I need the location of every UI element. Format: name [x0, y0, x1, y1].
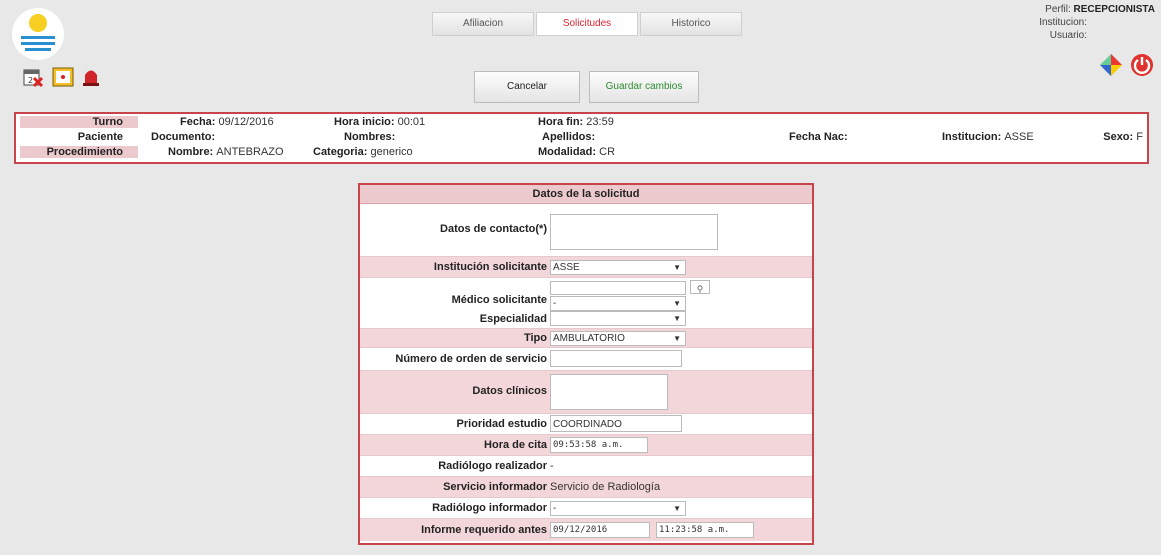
search-button[interactable]: ⚲ — [690, 280, 710, 294]
chevron-down-icon: ▼ — [673, 299, 681, 308]
nombre-value: ANTEBRAZO — [216, 146, 284, 158]
appointment-info: Turno Fecha: 09/12/2016 Hora inicio: 00:… — [14, 112, 1149, 164]
hora-inicio-label: Hora inicio: — [334, 116, 395, 128]
institucion-value: ASSE — [1004, 131, 1034, 143]
save-button[interactable]: Guardar cambios — [589, 71, 699, 103]
top-header: 2 Afiliacion Solicitudes Historico Cance… — [0, 0, 1161, 108]
servicio-label: Servicio informador — [443, 481, 547, 493]
radiologo-informador-select[interactable]: - ▼ — [550, 501, 686, 516]
clinicos-textarea[interactable] — [550, 374, 668, 410]
solicitud-form: Datos de la solicitud Datos de contacto(… — [358, 183, 814, 545]
modalidad-label: Modalidad: — [538, 146, 597, 158]
institucion-label: Institucion: — [942, 131, 1002, 143]
categoria-value: generico — [370, 146, 413, 158]
hora-fin-value: 23:59 — [586, 116, 614, 128]
hora-inicio-value: 00:01 — [397, 116, 426, 128]
main-tabs: Afiliacion Solicitudes Historico — [432, 12, 744, 36]
informe-label: Informe requerido antes — [421, 524, 547, 536]
puzzle-icon[interactable] — [1098, 52, 1124, 78]
orden-input[interactable] — [550, 350, 682, 367]
user-profile: Perfil: RECEPCIONISTA Institucion: Usuar… — [1039, 3, 1155, 42]
logo — [12, 8, 64, 60]
institucion-solicitante-select[interactable]: ASSE ▼ — [550, 260, 686, 275]
informe-fecha-input[interactable]: 09/12/2016 — [550, 522, 650, 538]
chevron-down-icon: ▼ — [673, 504, 681, 513]
chevron-down-icon: ▼ — [673, 263, 681, 272]
chevron-down-icon: ▼ — [673, 314, 681, 323]
radiologo-informador-label: Radiólogo informador — [432, 502, 547, 514]
search-icon: ⚲ — [696, 284, 704, 294]
hora-cita-label: Hora de cita — [484, 439, 547, 451]
alarm-icon[interactable] — [80, 66, 102, 88]
medico-search-input[interactable] — [550, 281, 686, 295]
radiologo-realizador-value: - — [550, 460, 554, 472]
informe-hora-input[interactable]: 11:23:58 a.m. — [656, 522, 754, 538]
prioridad-label: Prioridad estudio — [456, 418, 547, 430]
hora-fin-label: Hora fin: — [538, 116, 584, 128]
institucion-solicitante-label: Institución solicitante — [433, 261, 547, 273]
radiologo-realizador-label: Radiólogo realizador — [438, 460, 547, 472]
especialidad-select[interactable]: ▼ — [550, 311, 686, 326]
fecha-label: Fecha: — [180, 116, 216, 128]
perfil-label: Perfil: — [1045, 4, 1071, 15]
nombre-label: Nombre: — [168, 146, 214, 158]
usuario-label: Usuario: — [1049, 30, 1087, 41]
tab-historico[interactable]: Historico — [640, 12, 742, 36]
tab-solicitudes[interactable]: Solicitudes — [536, 12, 638, 36]
perfil-value: RECEPCIONISTA — [1073, 4, 1156, 15]
radiologo-informador-value: - — [553, 503, 557, 514]
contacto-textarea[interactable] — [550, 214, 718, 250]
clock-icon[interactable] — [52, 66, 74, 88]
tipo-label: Tipo — [523, 332, 547, 344]
calendar-icon[interactable]: 2 — [22, 66, 44, 88]
fecha-nac-label: Fecha Nac: — [789, 131, 848, 143]
medico-solicitante-label: Médico solicitante — [451, 294, 547, 306]
nombres-label: Nombres: — [344, 131, 396, 143]
turno-label: Turno — [92, 116, 123, 128]
clinicos-label: Datos clínicos — [472, 385, 547, 397]
institucion-solicitante-value: ASSE — [553, 262, 580, 273]
apellidos-label: Apellidos: — [542, 131, 596, 143]
modalidad-value: CR — [599, 146, 616, 158]
servicio-value: Servicio de Radiología — [550, 481, 661, 493]
form-title: Datos de la solicitud — [360, 185, 812, 204]
sexo-value: F — [1136, 131, 1143, 143]
tab-afiliacion[interactable]: Afiliacion — [432, 12, 534, 36]
paciente-label: Paciente — [77, 131, 123, 143]
tipo-select[interactable]: AMBULATORIO ▼ — [550, 331, 686, 346]
orden-label: Número de orden de servicio — [395, 353, 547, 365]
power-icon[interactable] — [1130, 53, 1154, 77]
institucion-label: Institucion: — [1039, 17, 1087, 28]
documento-label: Documento: — [151, 131, 216, 143]
fecha-value: 09/12/2016 — [218, 116, 274, 128]
contacto-label: Datos de contacto(*) — [440, 223, 547, 235]
medico-select[interactable]: - ▼ — [550, 296, 686, 311]
cancel-button[interactable]: Cancelar — [474, 71, 580, 103]
chevron-down-icon: ▼ — [673, 334, 681, 343]
hora-cita-input[interactable]: 09:53:58 a.m. — [550, 437, 648, 453]
categoria-label: Categoria: — [313, 146, 368, 158]
sexo-label: Sexo: — [1103, 131, 1134, 143]
especialidad-label: Especialidad — [479, 313, 547, 325]
tipo-value: AMBULATORIO — [553, 333, 625, 344]
medico-select-value: - — [553, 298, 557, 309]
procedimiento-label: Procedimiento — [46, 146, 123, 158]
svg-text:2: 2 — [28, 76, 33, 85]
prioridad-input[interactable]: COORDINADO — [550, 415, 682, 432]
